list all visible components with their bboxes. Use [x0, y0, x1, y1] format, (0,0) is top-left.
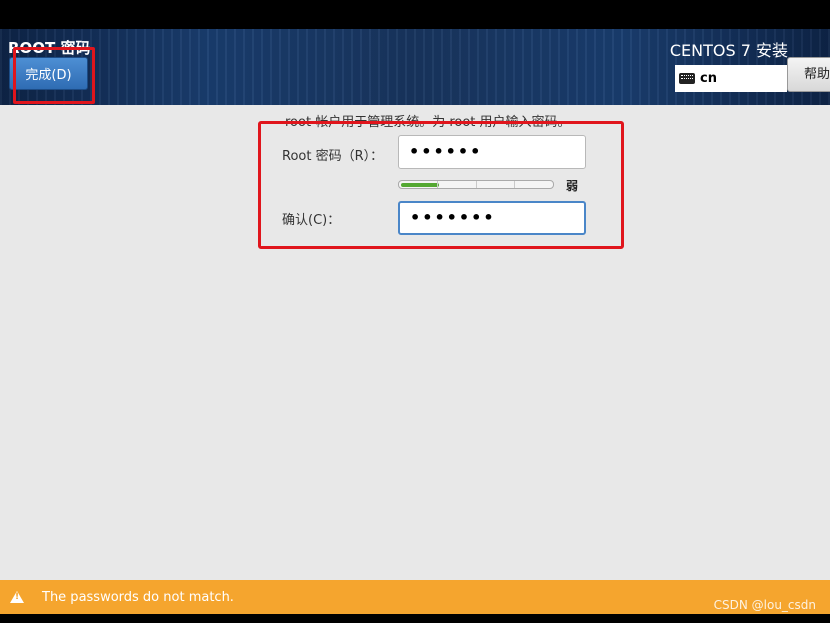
- keyboard-layout-label: cn: [700, 71, 717, 86]
- header-bar: ROOT 密码 完成(D) CENTOS 7 安装 cn 帮助: [0, 29, 830, 105]
- status-bar: The passwords do not match.: [0, 580, 830, 614]
- bottom-strip: [0, 614, 830, 623]
- annotation-box-form: [258, 121, 624, 249]
- annotation-box-done: [13, 47, 95, 104]
- watermark: CSDN @lou_csdn: [713, 598, 816, 612]
- warning-icon: [10, 591, 24, 603]
- main-content: root 帐户用于管理系统。为 root 用户输入密码。 Root 密码（R）：…: [0, 105, 830, 580]
- keyboard-icon: [679, 73, 695, 84]
- keyboard-layout-indicator[interactable]: cn: [675, 65, 787, 92]
- status-message: The passwords do not match.: [42, 589, 234, 605]
- help-button[interactable]: 帮助: [787, 57, 830, 92]
- product-title: CENTOS 7 安装: [669, 41, 788, 60]
